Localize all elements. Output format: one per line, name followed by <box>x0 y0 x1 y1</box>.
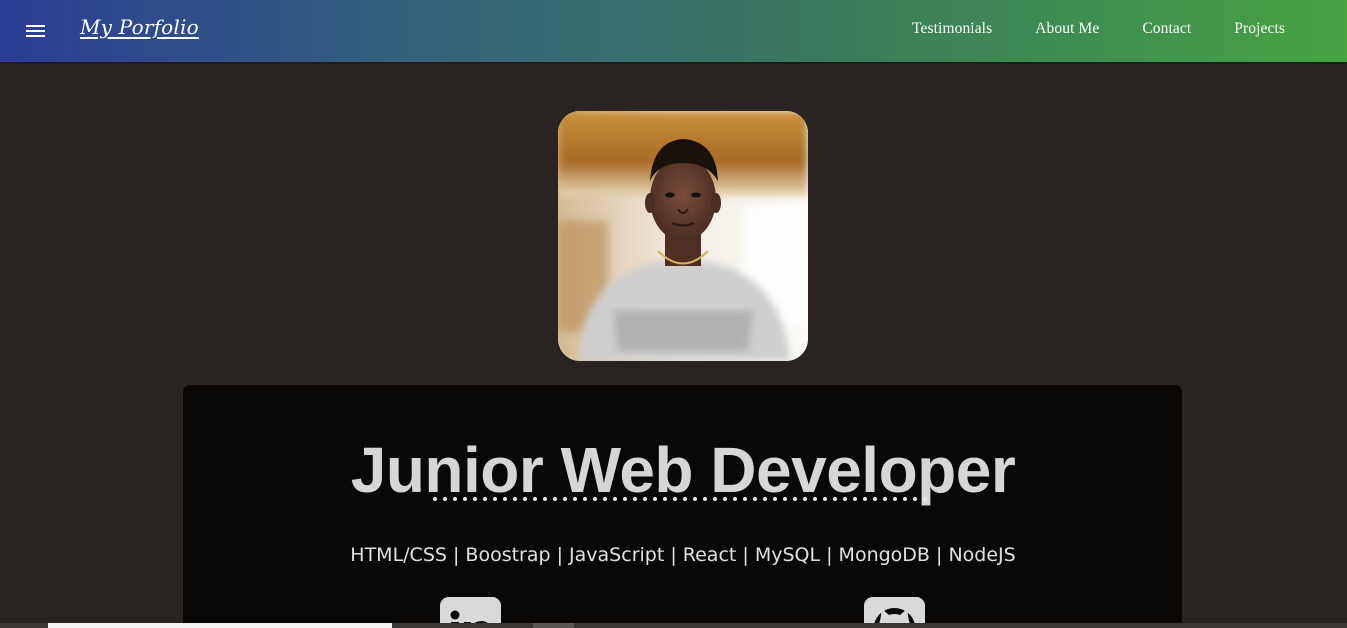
divider-dot <box>493 497 497 501</box>
profile-photo <box>558 111 808 361</box>
divider-dot <box>703 497 707 501</box>
divider-dot <box>893 497 897 501</box>
skills-list: HTML/CSS | Boostrap | JavaScript | React… <box>350 544 1016 566</box>
divider-dot <box>743 497 747 501</box>
divider-dot <box>573 497 577 501</box>
divider-dot <box>903 497 907 501</box>
divider-dot <box>883 497 887 501</box>
divider-dot <box>443 497 447 501</box>
divider-dot <box>663 497 667 501</box>
brand-link[interactable]: My Porfolio <box>80 15 199 39</box>
hamburger-menu-icon[interactable] <box>26 22 46 40</box>
navbar: My Porfolio Testimonials About Me Contac… <box>0 0 1347 62</box>
portfolio-page: My Porfolio Testimonials About Me Contac… <box>0 0 1347 628</box>
divider-dot <box>593 497 597 501</box>
horizontal-scrollbar[interactable] <box>0 623 1347 628</box>
divider-dot <box>453 497 457 501</box>
divider-dot <box>753 497 757 501</box>
divider-dot <box>763 497 767 501</box>
divider-dot <box>633 497 637 501</box>
nav-link-projects[interactable]: Projects <box>1234 20 1285 38</box>
divider-dot <box>783 497 787 501</box>
divider-dot <box>723 497 727 501</box>
nav-link-contact[interactable]: Contact <box>1142 20 1191 38</box>
divider-dot <box>553 497 557 501</box>
divider-dot <box>623 497 627 501</box>
divider-dot <box>473 497 477 501</box>
divider-dot <box>813 497 817 501</box>
divider-dot <box>603 497 607 501</box>
divider-dot <box>773 497 777 501</box>
divider-dot <box>643 497 647 501</box>
divider-dot <box>653 497 657 501</box>
dotted-divider <box>433 497 927 501</box>
divider-dot <box>793 497 797 501</box>
divider-dot <box>513 497 517 501</box>
divider-dot <box>803 497 807 501</box>
divider-dot <box>923 497 927 501</box>
divider-dot <box>563 497 567 501</box>
divider-dot <box>433 497 437 501</box>
scrollbar-thumb[interactable] <box>48 623 392 628</box>
divider-dot <box>463 497 467 501</box>
divider-dot <box>523 497 527 501</box>
divider-dot <box>733 497 737 501</box>
divider-dot <box>613 497 617 501</box>
divider-dot <box>863 497 867 501</box>
divider-dot <box>583 497 587 501</box>
divider-dot <box>823 497 827 501</box>
divider-dot <box>913 497 917 501</box>
divider-dot <box>843 497 847 501</box>
nav-links: Testimonials About Me Contact Projects <box>869 20 1285 38</box>
divider-dot <box>543 497 547 501</box>
nav-link-about-me[interactable]: About Me <box>1035 20 1099 38</box>
scrollbar-marker <box>533 623 574 628</box>
divider-dot <box>853 497 857 501</box>
nav-link-testimonials[interactable]: Testimonials <box>912 20 992 38</box>
divider-dot <box>483 497 487 501</box>
divider-dot <box>503 497 507 501</box>
divider-dot <box>833 497 837 501</box>
divider-dot <box>673 497 677 501</box>
divider-dot <box>713 497 717 501</box>
divider-dot <box>693 497 697 501</box>
divider-dot <box>873 497 877 501</box>
divider-dot <box>533 497 537 501</box>
divider-dot <box>683 497 687 501</box>
